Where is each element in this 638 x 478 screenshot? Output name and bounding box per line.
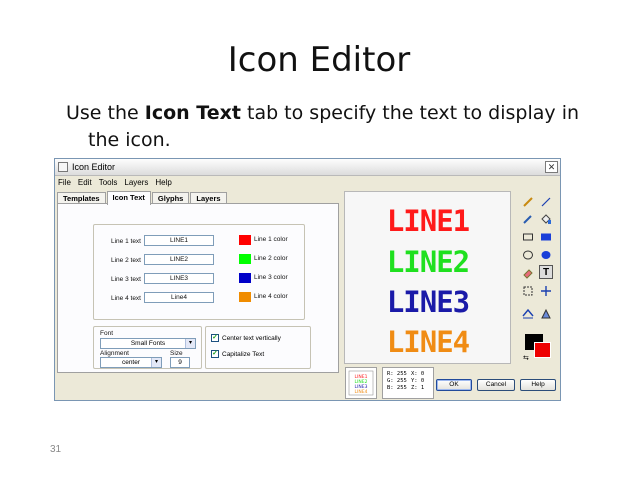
paint-icon[interactable]: [539, 307, 553, 321]
readout-y: Y: 0: [411, 378, 425, 384]
canvas-svg: LINE1 LINE2 LINE3 LINE4: [387, 204, 471, 359]
background-color[interactable]: [534, 342, 551, 358]
center-text-checkbox[interactable]: ✓ Center text vertically: [211, 334, 281, 342]
line3-input[interactable]: LINE3: [144, 273, 214, 284]
slide-title: Icon Editor: [227, 40, 411, 80]
icon-text-panel: Line 1 text LINE1 Line 1 color Line 2 te…: [57, 203, 339, 373]
readout-g: G: 255: [387, 378, 407, 384]
body-text-post: tab to specify the text to display in: [240, 102, 580, 124]
preview-svg: LINE1 LINE2 LINE3 LINE4: [348, 370, 374, 396]
filled-rectangle-icon[interactable]: [539, 230, 553, 244]
menu-tools[interactable]: Tools: [99, 178, 118, 187]
slide-body-line1: Use the Icon Text tab to specify the tex…: [66, 100, 586, 127]
text-lines-group: Line 1 text LINE1 Line 1 color Line 2 te…: [93, 224, 305, 320]
capitalize-checkbox[interactable]: ✓ Capitalize Text: [211, 350, 264, 358]
flip-icon[interactable]: [521, 307, 535, 321]
line1-input[interactable]: LINE1: [144, 235, 214, 246]
font-value: Small Fonts: [130, 340, 166, 347]
readout-x: X: 0: [411, 371, 425, 377]
size-stepper[interactable]: 9: [170, 357, 190, 368]
font-group: Font Small Fonts ▾ Alignment center ▾ Si…: [93, 326, 202, 369]
body-text-bold: Icon Text: [144, 102, 241, 124]
fill-icon[interactable]: [539, 212, 553, 226]
checkmark-icon: ✓: [211, 334, 219, 342]
font-label: Font: [100, 330, 114, 337]
line1-color-label: Line 1 color: [254, 236, 288, 243]
line2-color-swatch[interactable]: [239, 254, 251, 264]
chevron-down-icon: ▾: [151, 358, 161, 367]
slide-number: 31: [50, 444, 62, 455]
window-title: Icon Editor: [72, 162, 116, 172]
help-button[interactable]: Help: [520, 379, 556, 391]
readout-r: R: 255: [387, 371, 407, 377]
line1-color-swatch[interactable]: [239, 235, 251, 245]
canvas-line2: LINE2: [387, 245, 469, 279]
icon-preview: LINE1 LINE2 LINE3 LINE4: [345, 367, 377, 399]
menu-bar: File Edit Tools Layers Help: [55, 176, 560, 188]
filled-ellipse-icon[interactable]: [539, 248, 553, 262]
select-icon[interactable]: [521, 284, 535, 298]
text-tool-icon[interactable]: T: [539, 265, 553, 279]
pencil-icon[interactable]: [521, 195, 535, 209]
line4-color-swatch[interactable]: [239, 292, 251, 302]
checkmark-icon: ✓: [211, 350, 219, 358]
rectangle-icon[interactable]: [521, 230, 535, 244]
font-dropdown[interactable]: Small Fonts ▾: [100, 338, 196, 349]
options-group: ✓ Center text vertically ✓ Capitalize Text: [205, 326, 311, 369]
eraser-icon[interactable]: [521, 266, 535, 280]
line4-color-label: Line 4 color: [254, 293, 288, 300]
ellipse-icon[interactable]: [521, 248, 535, 262]
tab-icon-text[interactable]: Icon Text: [106, 191, 151, 205]
line2-input[interactable]: LINE2: [144, 254, 214, 265]
canvas-line3: LINE3: [387, 285, 469, 319]
readout-z: Z: 1: [411, 385, 425, 391]
close-button[interactable]: ✕: [545, 161, 558, 173]
capitalize-label: Capitalize Text: [222, 350, 265, 358]
body-text-pre: Use the: [66, 102, 145, 124]
canvas-line4: LINE4: [387, 325, 470, 359]
line2-color-label: Line 2 color: [254, 255, 288, 262]
line1-label: Line 1 text: [111, 238, 141, 245]
pixel-readout: R: 255 X: 0 G: 255 Y: 0 B: 255 Z: 1: [382, 367, 434, 399]
title-bar[interactable]: Icon Editor ✕: [55, 159, 560, 176]
slide-body: Use the Icon Text tab to specify the tex…: [66, 100, 586, 154]
menu-help[interactable]: Help: [155, 178, 171, 187]
icon-editor-window: Icon Editor ✕ File Edit Tools Layers Hel…: [54, 158, 561, 401]
ok-button[interactable]: OK: [436, 379, 472, 391]
canvas-line1: LINE1: [387, 204, 470, 238]
line3-label: Line 3 text: [111, 276, 141, 283]
app-icon: [58, 162, 68, 172]
center-text-label: Center text vertically: [222, 334, 281, 342]
alignment-value: center: [121, 359, 141, 366]
chevron-down-icon: ▾: [185, 339, 195, 348]
readout-b: B: 255: [387, 385, 407, 391]
size-label: Size: [170, 350, 183, 357]
line2-label: Line 2 text: [111, 257, 141, 264]
line4-label: Line 4 text: [111, 295, 141, 302]
swap-colors-icon[interactable]: ⇆: [523, 354, 529, 362]
dropper-icon[interactable]: [521, 212, 535, 226]
alignment-label: Alignment: [100, 350, 129, 357]
cancel-button[interactable]: Cancel: [477, 379, 515, 391]
preview-line4: LINE4: [355, 389, 368, 395]
line-icon[interactable]: [539, 195, 553, 209]
menu-edit[interactable]: Edit: [78, 178, 92, 187]
move-icon[interactable]: [539, 284, 553, 298]
line3-color-label: Line 3 color: [254, 274, 288, 281]
menu-layers[interactable]: Layers: [124, 178, 148, 187]
slide-body-line2: the icon.: [88, 129, 171, 151]
menu-file[interactable]: File: [58, 178, 71, 187]
line4-input[interactable]: Line4: [144, 292, 214, 303]
alignment-dropdown[interactable]: center ▾: [100, 357, 162, 368]
line3-color-swatch[interactable]: [239, 273, 251, 283]
icon-canvas[interactable]: LINE1 LINE2 LINE3 LINE4: [344, 191, 511, 364]
